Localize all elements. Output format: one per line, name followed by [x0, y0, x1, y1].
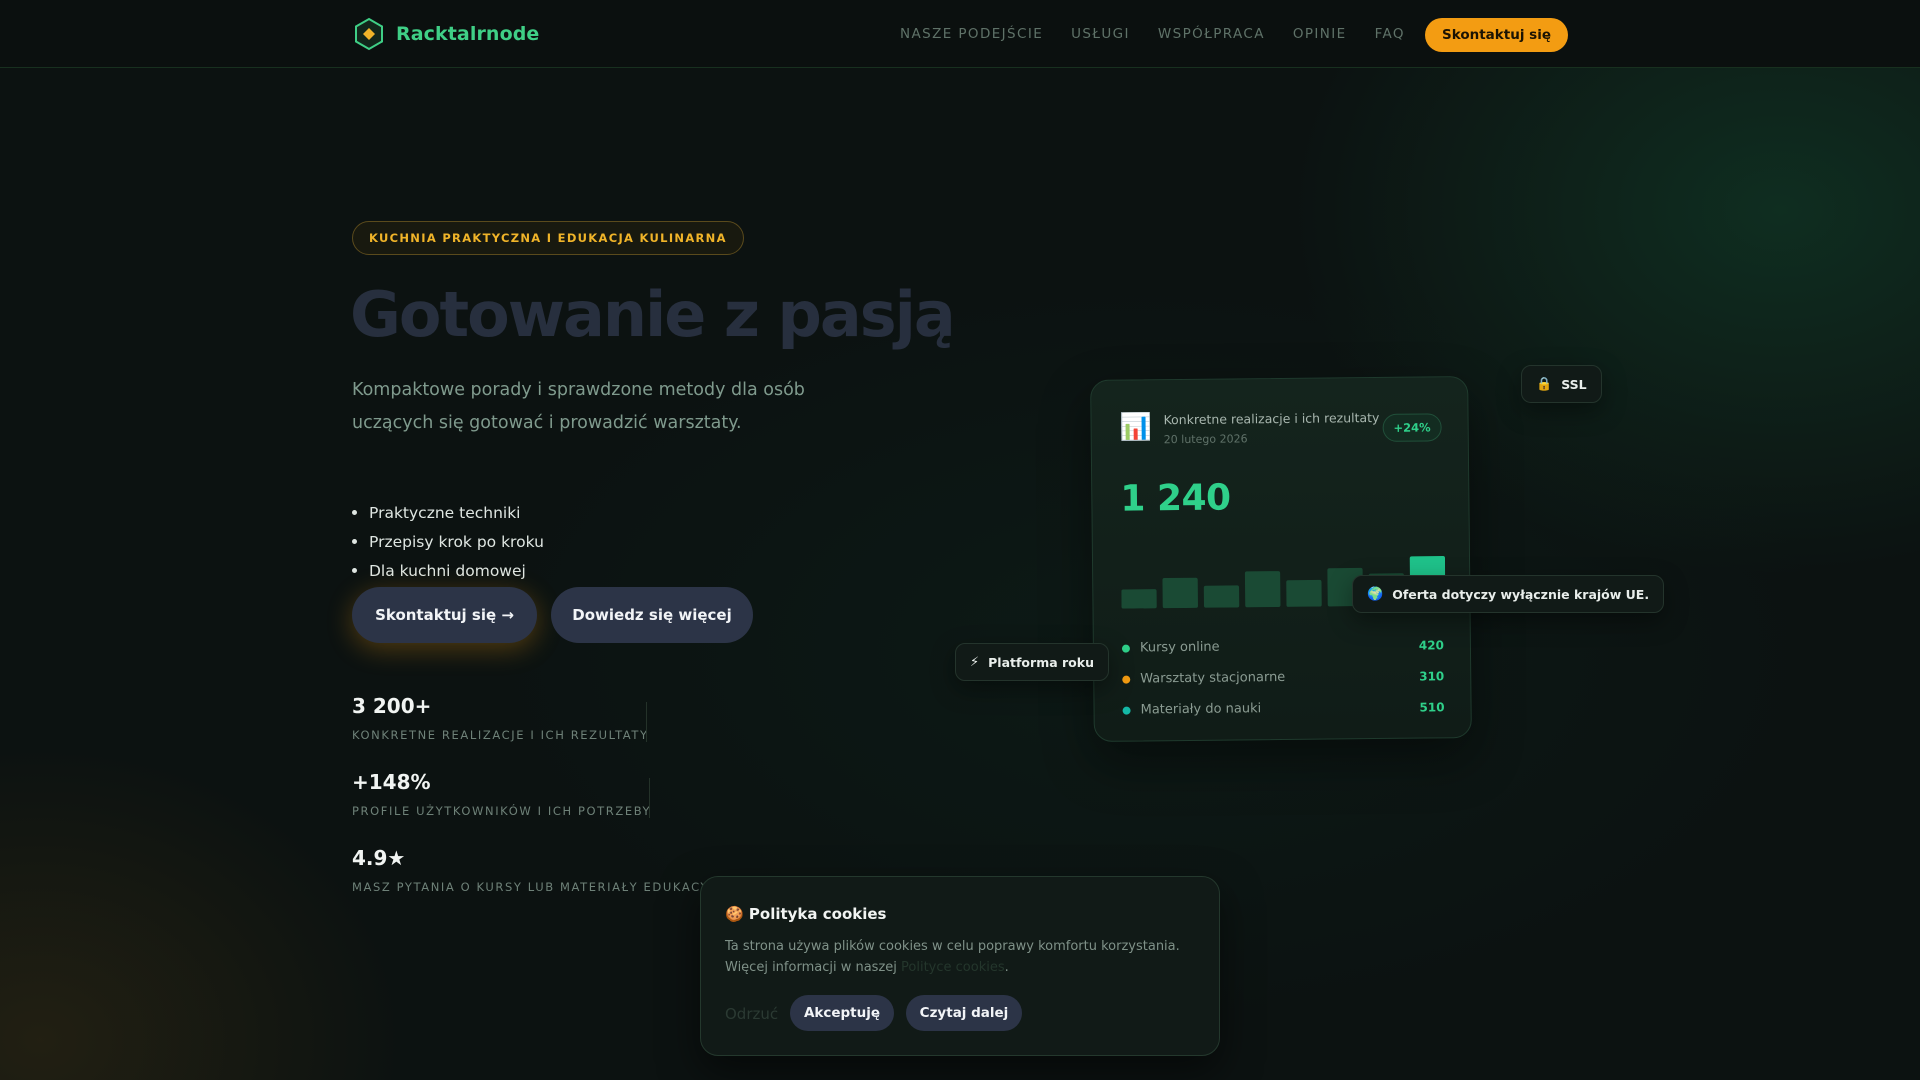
bar-4: [1244, 571, 1281, 608]
cookie-policy-link[interactable]: Polityce cookies: [901, 960, 1005, 975]
nav-link-faq[interactable]: FAQ: [1375, 26, 1405, 42]
stat-item: 3 200+ KONKRETNE REALIZACJE I ICH REZULT…: [352, 694, 733, 770]
legend-label: Kursy online: [1139, 639, 1220, 656]
cookie-title: 🍪 Polityka cookies: [725, 905, 887, 923]
lock-icon: 🔒: [1536, 376, 1553, 392]
lightning-icon: ⚡: [970, 654, 980, 670]
nav-link-services[interactable]: USŁUGI: [1071, 26, 1130, 42]
list-item: Przepisy krok po kroku: [352, 527, 544, 556]
stat-label: MASZ PYTANIA O KURSY LUB MATERIAŁY EDUKA…: [352, 880, 734, 894]
cookie-read-more-button[interactable]: Czytaj dalej: [906, 995, 1022, 1031]
stat-divider: [646, 702, 647, 742]
growth-badge: +24%: [1382, 413, 1442, 442]
stat-value: +148%: [352, 770, 431, 794]
list-item: Dla kuchni domowej: [352, 556, 544, 585]
stat-item: 4.9★ MASZ PYTANIA O KURSY LUB MATERIAŁY …: [352, 846, 733, 922]
dashboard-legend: Kursy online 420 Warsztaty stacjonarne 3…: [1121, 629, 1445, 725]
bar-3: [1203, 585, 1240, 608]
bar-5: [1286, 579, 1322, 607]
hero-badge: KUCHNIA PRAKTYCZNA I EDUKACJA KULINARNA: [352, 221, 744, 255]
stats-dashboard-card: 📊 Konkretne realizacje i ich rezultaty 2…: [1090, 376, 1472, 742]
nav-link-reviews[interactable]: OPINIE: [1293, 26, 1347, 42]
stats-list: 3 200+ KONKRETNE REALIZACJE I ICH REZULT…: [352, 694, 733, 922]
legend-value: 310: [1419, 668, 1445, 684]
eu-offer-label: Oferta dotyczy wyłącznie krajów UE.: [1392, 586, 1650, 602]
hero-learn-more-button[interactable]: Dowiedz się więcej: [551, 587, 753, 643]
dashboard-title: Konkretne realizacje i ich rezultaty: [1163, 409, 1380, 428]
hero-contact-button[interactable]: Skontaktuj się →: [352, 587, 537, 643]
nav-link-cooperation[interactable]: WSPÓŁPRACA: [1158, 26, 1265, 42]
legend-dot: [1121, 644, 1130, 653]
legend-label: Warsztaty stacjonarne: [1140, 669, 1286, 687]
cookie-banner: 🍪 Polityka cookies Ta strona używa plikó…: [700, 876, 1220, 1056]
dashboard-date: 20 lutego 2026: [1163, 432, 1248, 447]
stat-label: KONKRETNE REALIZACJE I ICH REZULTATY: [352, 728, 649, 742]
cookie-text-end: .: [1004, 960, 1009, 975]
ssl-chip-label: SSL: [1561, 376, 1587, 392]
eu-offer-chip: 🌍 Oferta dotyczy wyłącznie krajów UE.: [1352, 575, 1665, 613]
cookie-reject-button[interactable]: Odrzuć: [725, 1005, 778, 1023]
stat-label: PROFILE UŻYTKOWNIKÓW I ICH POTRZEBY: [352, 804, 652, 818]
legend-row: Warsztaty stacjonarne 310: [1122, 660, 1444, 694]
legend-dot: [1122, 706, 1131, 715]
hero-feature-list: Praktyczne techniki Przepisy krok po kro…: [352, 498, 544, 585]
bar-1: [1121, 589, 1157, 609]
hexagon-logo-icon: [355, 17, 383, 51]
legend-label: Materiały do nauki: [1140, 701, 1262, 718]
stat-divider: [649, 778, 650, 818]
top-navbar: Racktalrnode NASZE PODEJŚCIE USŁUGI WSPÓ…: [0, 0, 1920, 68]
platform-award-label: Platforma roku: [988, 654, 1094, 670]
legend-row: Kursy online 420: [1121, 629, 1444, 663]
bar-chart-icon: 📊: [1119, 412, 1153, 443]
bar-2: [1162, 577, 1198, 609]
legend-dot: [1122, 675, 1131, 684]
cookie-accept-button[interactable]: Akceptuję: [790, 995, 894, 1031]
cookie-text: Ta strona używa plików cookies w celu po…: [725, 936, 1201, 978]
brand-logo[interactable]: Racktalrnode: [352, 17, 539, 51]
ssl-chip: 🔒 SSL: [1521, 365, 1602, 403]
hero-subtitle: Kompaktowe porady i sprawdzone metody dl…: [352, 380, 805, 433]
stat-item: +148% PROFILE UŻYTKOWNIKÓW I ICH POTRZEB…: [352, 770, 733, 846]
stat-value: 3 200+: [352, 694, 432, 718]
list-item: Praktyczne techniki: [352, 498, 544, 527]
dashboard-total: 1 240: [1120, 477, 1231, 520]
brand-name: Racktalrnode: [396, 23, 540, 45]
legend-value: 420: [1418, 637, 1444, 653]
hero-title: Gotowanie z pasją: [350, 278, 956, 351]
globe-icon: 🌍: [1367, 586, 1384, 602]
legend-row: Materiały do nauki 510: [1122, 691, 1445, 725]
nav-contact-button[interactable]: Skontaktuj się: [1425, 18, 1568, 52]
nav-links: NASZE PODEJŚCIE USŁUGI WSPÓŁPRACA OPINIE…: [900, 26, 1405, 42]
legend-value: 510: [1419, 699, 1445, 715]
platform-award-chip: ⚡ Platforma roku: [955, 643, 1109, 681]
stat-value: 4.9★: [352, 846, 406, 870]
nav-link-approach[interactable]: NASZE PODEJŚCIE: [900, 26, 1043, 42]
